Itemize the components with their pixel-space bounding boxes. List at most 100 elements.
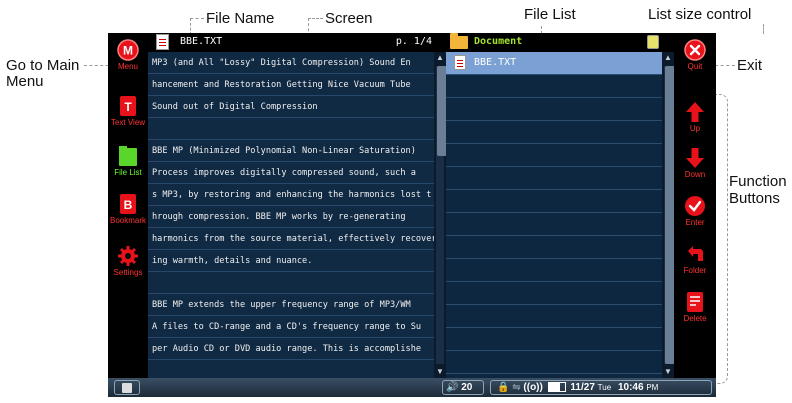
volume-indicator[interactable]: 🔊 20: [442, 380, 484, 395]
text-line: MP3 (and All "Lossy" Digital Compression…: [148, 52, 434, 74]
text-line: hrough compression. BBE MP works by re-g…: [148, 206, 434, 228]
text-line: BBE MP extends the upper frequency range…: [148, 294, 434, 316]
file-list-item[interactable]: [446, 167, 662, 190]
menu-icon: M: [117, 39, 139, 61]
arrow-up-icon: [686, 102, 704, 122]
folder-icon: [450, 33, 468, 49]
folder-back-icon: [688, 246, 703, 261]
text-line: Process improves digitally compressed so…: [148, 162, 434, 184]
svg-text:M: M: [123, 44, 133, 58]
folder-button[interactable]: Folder: [674, 243, 716, 275]
file-list-item[interactable]: [446, 282, 662, 305]
quit-button[interactable]: Quit: [674, 39, 716, 71]
scroll-down-arrow-icon[interactable]: ▼: [662, 366, 674, 378]
delete-icon: [687, 292, 703, 312]
current-folder-name: Document: [474, 36, 523, 47]
scroll-up-arrow-icon[interactable]: ▲: [662, 52, 674, 64]
sidebar-item-label: Menu: [117, 62, 138, 71]
function-button-label: Folder: [683, 266, 707, 275]
sidebar-item-label: Bookmark: [109, 216, 146, 225]
svg-text:T: T: [124, 100, 132, 114]
sidebar-item-settings[interactable]: Settings: [108, 245, 148, 277]
left-sidebar: M Menu T Text View File List B Bookmark: [108, 33, 148, 378]
file-list-item[interactable]: [446, 144, 662, 167]
text-line: [148, 272, 434, 294]
delete-button[interactable]: Delete: [674, 291, 716, 323]
sidebar-item-bookmark[interactable]: B Bookmark: [108, 193, 148, 225]
speaker-icon: 🔊: [446, 382, 459, 393]
file-list-icon: [119, 146, 137, 166]
am-pm: PM: [646, 383, 659, 392]
text-line: per Audio CD or DVD audio range. This is…: [148, 338, 434, 360]
file-list-item[interactable]: [446, 98, 662, 121]
annotation-function-buttons: Function: [729, 173, 787, 190]
sidebar-item-text-view[interactable]: T Text View: [108, 95, 148, 127]
scroll-down-arrow-icon[interactable]: ▼: [434, 366, 446, 378]
up-button[interactable]: Up: [674, 101, 716, 133]
annotation-leader: [190, 18, 204, 19]
text-line: BBE MP (Minimized Polynomial Non-Linear …: [148, 140, 434, 162]
text-file-icon: [454, 55, 466, 70]
text-line: A files to CD-range and a CD's frequency…: [148, 316, 434, 338]
annotation-leader: [308, 18, 323, 19]
document-icon: [156, 34, 169, 50]
enter-check-icon: [685, 196, 705, 216]
file-list-item[interactable]: [446, 121, 662, 144]
text-mode-icon: [122, 383, 132, 393]
arrow-down-icon: [686, 148, 704, 168]
text-line: s MP3, by restoring and enhancing the ha…: [148, 184, 434, 206]
annotation-file-list: File List: [524, 6, 576, 23]
sidebar-item-label: Text View: [110, 118, 146, 127]
status-bar: 🔊 20 🔒 ⇋ ((o)) 11/27 Tue 10:46 PM: [108, 378, 716, 397]
text-line: harmonics from the source material, effe…: [148, 228, 434, 250]
enter-button[interactable]: Enter: [674, 195, 716, 227]
down-button[interactable]: Down: [674, 147, 716, 179]
annotation-go-to-main-menu-line2: Menu: [6, 73, 44, 90]
file-list-item[interactable]: [446, 351, 662, 374]
settings-gear-icon: [118, 246, 138, 266]
sidebar-item-label: File List: [114, 168, 142, 177]
text-line: ing warmth, details and nuance.: [148, 250, 434, 272]
text-view-pane[interactable]: BBE.TXT p. 1/4 MP3 (and All "Lossy" Digi…: [148, 33, 434, 378]
file-list-scrollbar[interactable]: ▲ ▼: [662, 52, 675, 378]
list-size-control-button[interactable]: [647, 35, 659, 49]
text-line: hancement and Restoration Getting Nice V…: [148, 74, 434, 96]
file-list-item[interactable]: [446, 236, 662, 259]
quit-icon: [684, 39, 706, 61]
file-list-item-label: BBE.TXT: [474, 57, 517, 68]
scrollbar-track[interactable]: [664, 66, 675, 364]
file-list-pane[interactable]: BBE.TXT: [446, 52, 662, 378]
text-view-header: BBE.TXT p. 1/4: [148, 33, 434, 52]
file-list-item[interactable]: BBE.TXT: [446, 52, 662, 75]
annotation-screen: Screen: [325, 10, 373, 27]
text-mode-button[interactable]: [114, 380, 140, 395]
function-button-label: Delete: [683, 314, 707, 323]
annotation-function-buttons-line2: Buttons: [729, 190, 780, 207]
file-list-item[interactable]: [446, 75, 662, 98]
sidebar-item-file-list[interactable]: File List: [108, 145, 148, 177]
function-buttons-bar: Quit Up Down Enter Folder Delete: [674, 33, 716, 378]
function-button-label: Quit: [687, 62, 703, 71]
file-list-item[interactable]: [446, 259, 662, 282]
file-list-item[interactable]: [446, 213, 662, 236]
sidebar-item-label: Settings: [113, 268, 143, 277]
annotation-leader: [763, 24, 764, 34]
sidebar-item-menu[interactable]: M Menu: [108, 39, 148, 71]
function-button-label: Up: [689, 124, 701, 133]
function-button-label: Down: [684, 170, 706, 179]
date: 11/27: [570, 382, 595, 393]
scrollbar-track[interactable]: [436, 66, 447, 364]
file-list-item[interactable]: [446, 190, 662, 213]
file-list-header: Document: [446, 33, 674, 52]
text-line: [148, 118, 434, 140]
scroll-up-arrow-icon[interactable]: ▲: [434, 52, 446, 64]
file-list-item[interactable]: [446, 305, 662, 328]
usb-icon: ⇋: [512, 382, 521, 393]
text-view-icon: T: [120, 96, 136, 116]
annotation-go-to-main-menu: Go to Main: [6, 57, 80, 74]
file-name: BBE.TXT: [180, 36, 223, 47]
text-view-scrollbar[interactable]: ▲ ▼: [434, 52, 447, 378]
annotation-list-size-control: List size control: [648, 6, 752, 23]
page-indicator: p. 1/4: [395, 36, 432, 47]
file-list-item[interactable]: [446, 328, 662, 351]
